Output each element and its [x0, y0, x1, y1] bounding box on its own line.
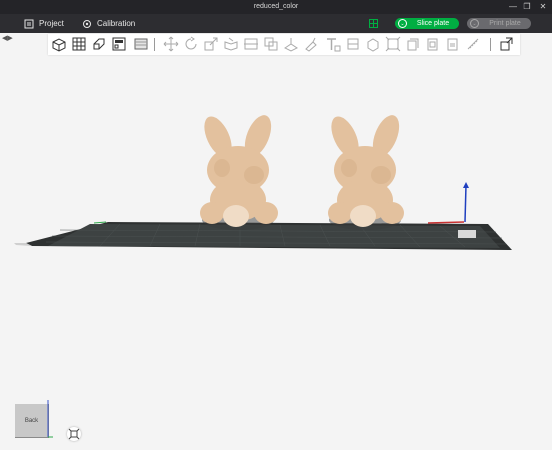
slice-plate-label: Slice plate [416, 20, 450, 27]
print-plate-button[interactable]: ⌄ Print plate [467, 18, 531, 29]
fill-icon[interactable] [405, 36, 421, 52]
view-cube-label: Back [24, 417, 39, 424]
calibration-icon [83, 19, 91, 28]
variable-layer-icon[interactable] [385, 36, 401, 52]
menu-bar: Project Calibration ⌄ Slice plate ⌄ Prin… [0, 14, 552, 33]
project-file-icon [24, 19, 34, 28]
z-axis [464, 184, 467, 223]
3d-viewport[interactable] [0, 56, 552, 450]
window-title: reduced_color [253, 3, 299, 10]
x-axis [427, 221, 465, 224]
close-icon[interactable]: ✕ [538, 2, 548, 12]
seam-paint-icon[interactable] [303, 36, 319, 52]
print-plate-label: Print plate [489, 20, 521, 27]
plate-settings-icon[interactable] [369, 19, 378, 28]
plate-label [458, 230, 476, 238]
move-icon[interactable] [163, 36, 179, 52]
paste-icon[interactable] [445, 36, 461, 52]
copy-icon[interactable] [425, 36, 441, 52]
z-axis-arrow [463, 182, 469, 188]
measure-icon[interactable] [365, 36, 381, 52]
view-cube-axis-icon [47, 400, 53, 438]
bunny-model [200, 115, 278, 230]
restore-icon[interactable]: ❐ [522, 2, 532, 12]
cut-icon[interactable] [243, 36, 259, 52]
menu-project[interactable]: Project [24, 14, 64, 33]
add-object-icon[interactable] [51, 36, 67, 52]
arrange-grid-icon[interactable] [71, 36, 87, 52]
zoom-fit-icon[interactable] [67, 427, 81, 441]
slice-plate-button[interactable]: ⌄ Slice plate [395, 18, 459, 29]
mesh-boolean-icon[interactable] [263, 36, 279, 52]
support-paint-icon[interactable] [283, 36, 299, 52]
chevron-down-icon[interactable]: ⌄ [398, 19, 407, 28]
toolbar-separator [490, 38, 491, 51]
menu-calibration-label: Calibration [97, 19, 136, 28]
toolbar [48, 34, 520, 55]
menu-project-label: Project [39, 19, 64, 28]
ruler-icon[interactable] [465, 36, 481, 52]
lay-on-face-icon[interactable] [223, 36, 239, 52]
bunny-model [328, 115, 404, 230]
menu-calibration[interactable]: Calibration [82, 14, 135, 33]
minimize-icon[interactable]: — [508, 2, 518, 12]
assembly-icon[interactable] [345, 36, 361, 52]
toolbar-separator [154, 38, 155, 51]
view-cube[interactable]: Back [15, 400, 53, 438]
collapse-sidebar-icon[interactable]: ◀▶ [2, 34, 13, 42]
text-icon[interactable] [325, 36, 341, 52]
view-settings-icon[interactable] [499, 36, 515, 52]
window-titlebar: reduced_color — ❐ ✕ [0, 0, 552, 14]
y-axis [93, 221, 107, 224]
plate-bed [48, 224, 500, 248]
split-plate-icon[interactable] [133, 36, 149, 52]
scale-icon[interactable] [203, 36, 219, 52]
chevron-down-icon[interactable]: ⌄ [470, 19, 479, 28]
rotate-icon[interactable] [183, 36, 199, 52]
auto-orient-icon[interactable] [91, 36, 107, 52]
view-cube-face[interactable]: Back [15, 404, 49, 438]
layout-icon[interactable] [111, 36, 127, 52]
